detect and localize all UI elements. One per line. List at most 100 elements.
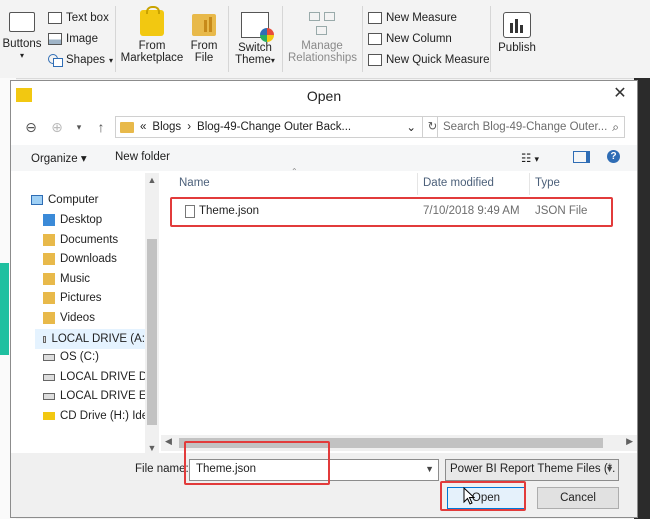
close-button[interactable]: ✕ xyxy=(609,84,631,104)
scroll-left-icon[interactable]: ◀ xyxy=(165,436,172,447)
downloads-icon xyxy=(43,253,55,265)
quick-measure-icon xyxy=(368,54,382,66)
drive-icon xyxy=(43,373,55,381)
publish-icon xyxy=(503,12,531,38)
breadcrumb-current[interactable]: Blog-49-Change Outer Back... xyxy=(197,121,351,133)
chevron-down-icon[interactable]: ▼ xyxy=(425,464,434,474)
breadcrumb[interactable]: « Blogs › Blog-49-Change Outer Back... ⌄ xyxy=(115,116,423,138)
from-marketplace-button[interactable]: From Marketplace xyxy=(120,6,184,64)
file-name-field[interactable]: Theme.json ▼ xyxy=(189,459,439,481)
publish-button[interactable]: Publish xyxy=(494,10,540,54)
scroll-up-icon[interactable]: ▲ xyxy=(145,175,159,185)
scroll-right-icon[interactable]: ▶ xyxy=(626,436,633,447)
column-header-type[interactable]: Type xyxy=(535,177,560,189)
buttons-icon xyxy=(9,12,35,32)
nav-item-pictures[interactable]: Pictures xyxy=(43,292,102,304)
dialog-title: Open xyxy=(306,88,342,104)
recent-locations-button[interactable]: ▾ xyxy=(69,117,89,137)
new-measure-button[interactable]: New Measure xyxy=(368,12,457,24)
shapes-button[interactable]: Shapes ▾ xyxy=(48,54,113,67)
ribbon: Buttons ▾ Text box Image Shapes ▾ From Ma… xyxy=(0,0,650,79)
drive-icon xyxy=(43,392,55,400)
back-arrow-icon: ⊖ xyxy=(25,119,37,135)
breadcrumb-blogs[interactable]: Blogs xyxy=(152,121,181,133)
nav-item-documents[interactable]: Documents xyxy=(43,234,118,246)
text-box-icon xyxy=(48,12,62,24)
image-icon xyxy=(48,33,62,45)
switch-theme-button[interactable]: Switch Theme▾ xyxy=(232,10,278,67)
from-file-button[interactable]: From File xyxy=(186,10,222,64)
column-icon xyxy=(368,33,382,45)
folder-icon xyxy=(120,121,134,133)
address-bar-row: ⊖ ⊕ ▾ ↑ « Blogs › Blog-49-Change Outer B… xyxy=(11,113,637,143)
image-button[interactable]: Image xyxy=(48,33,98,45)
organize-button[interactable]: Organize ▾ xyxy=(31,151,87,165)
help-icon: ? xyxy=(607,150,620,163)
nav-item-computer[interactable]: Computer xyxy=(31,194,99,206)
column-header-date[interactable]: Date modified xyxy=(423,177,494,189)
horizontal-scroll-thumb[interactable] xyxy=(179,438,603,448)
drive-icon xyxy=(43,335,47,343)
search-input[interactable]: Search Blog-49-Change Outer... ⌕ xyxy=(437,116,625,138)
file-list: Name ⌃ Date modified Type Theme.json 7/1… xyxy=(161,167,637,455)
nav-item-local-drive-a[interactable]: LOCAL DRIVE (A: xyxy=(35,329,145,349)
file-name-cell: Theme.json xyxy=(199,205,260,217)
open-button[interactable]: Open xyxy=(447,487,525,509)
json-file-icon xyxy=(185,205,195,218)
file-date-cell: 7/10/2018 9:49 AM xyxy=(423,205,520,217)
chevron-down-icon: ▾ xyxy=(76,122,82,132)
nav-item-local-drive-d[interactable]: LOCAL DRIVE D ( xyxy=(43,371,154,383)
pictures-icon xyxy=(43,292,55,304)
nav-scrollbar[interactable]: ▲ ▼ xyxy=(145,173,159,455)
chevron-down-icon[interactable]: ▼ xyxy=(605,464,614,474)
manage-relationships-button[interactable]: Manage Relationships xyxy=(288,10,357,64)
back-button[interactable]: ⊖ xyxy=(21,117,41,137)
nav-item-cd-drive[interactable]: CD Drive (H:) Ide xyxy=(43,410,148,422)
forward-button[interactable]: ⊕ xyxy=(47,117,67,137)
drive-icon xyxy=(43,353,55,361)
dialog-footer: File name: Theme.json ▼ Power BI Report … xyxy=(11,453,637,517)
view-options-button[interactable]: ☷ ▾ xyxy=(521,151,539,165)
search-icon: ⌕ xyxy=(612,120,619,134)
theme-icon xyxy=(241,12,274,42)
marketplace-bag-icon xyxy=(140,6,164,36)
forward-arrow-icon: ⊕ xyxy=(51,119,63,135)
open-dialog: Open ✕ ⊖ ⊕ ▾ ↑ « Blogs › Blog-49-Change … xyxy=(10,80,638,518)
cd-drive-icon xyxy=(43,412,55,420)
documents-icon xyxy=(43,234,55,246)
new-folder-button[interactable]: New folder xyxy=(115,151,170,163)
column-header-name[interactable]: Name xyxy=(179,177,210,189)
file-type-cell: JSON File xyxy=(535,205,588,217)
help-button[interactable]: ? xyxy=(607,150,620,163)
nav-item-desktop[interactable]: Desktop xyxy=(43,214,102,226)
mouse-cursor-icon xyxy=(463,487,475,505)
nav-item-music[interactable]: Music xyxy=(43,273,90,285)
chevron-down-icon[interactable]: ⌄ xyxy=(406,120,416,134)
up-arrow-icon: ↑ xyxy=(97,119,105,135)
scroll-down-icon[interactable]: ▼ xyxy=(145,443,159,453)
nav-item-downloads[interactable]: Downloads xyxy=(43,253,117,265)
file-type-select[interactable]: Power BI Report Theme Files (*. ▼ xyxy=(445,459,619,481)
text-box-button[interactable]: Text box xyxy=(48,12,109,24)
new-quick-measure-button[interactable]: New Quick Measure xyxy=(368,54,490,66)
desktop-icon xyxy=(43,214,55,226)
table-row[interactable]: Theme.json 7/10/2018 9:49 AM JSON File xyxy=(171,201,627,223)
command-toolbar: Organize ▾ New folder ☷ ▾ ? xyxy=(11,145,637,171)
file-name-label: File name: xyxy=(135,463,189,475)
nav-item-os-c[interactable]: OS (C:) xyxy=(43,351,99,363)
refresh-icon: ↻ xyxy=(427,121,438,133)
nav-item-local-drive-e[interactable]: LOCAL DRIVE E (I xyxy=(43,390,157,402)
videos-icon xyxy=(43,312,55,324)
nav-item-videos[interactable]: Videos xyxy=(43,312,95,324)
preview-pane-button[interactable] xyxy=(573,151,590,166)
nav-scroll-thumb[interactable] xyxy=(147,239,157,425)
shapes-icon xyxy=(48,54,63,67)
cancel-button[interactable]: Cancel xyxy=(537,487,619,509)
folder-chart-icon xyxy=(192,14,216,36)
new-column-button[interactable]: New Column xyxy=(368,33,452,45)
navigation-pane: Computer Desktop Documents Downloads Mus… xyxy=(11,173,161,455)
up-button[interactable]: ↑ xyxy=(91,117,111,137)
file-list-horizontal-scrollbar[interactable]: ◀ ▶ xyxy=(161,435,637,451)
buttons-button[interactable]: Buttons ▾ xyxy=(2,12,42,62)
dialog-titlebar: Open ✕ xyxy=(11,81,637,109)
